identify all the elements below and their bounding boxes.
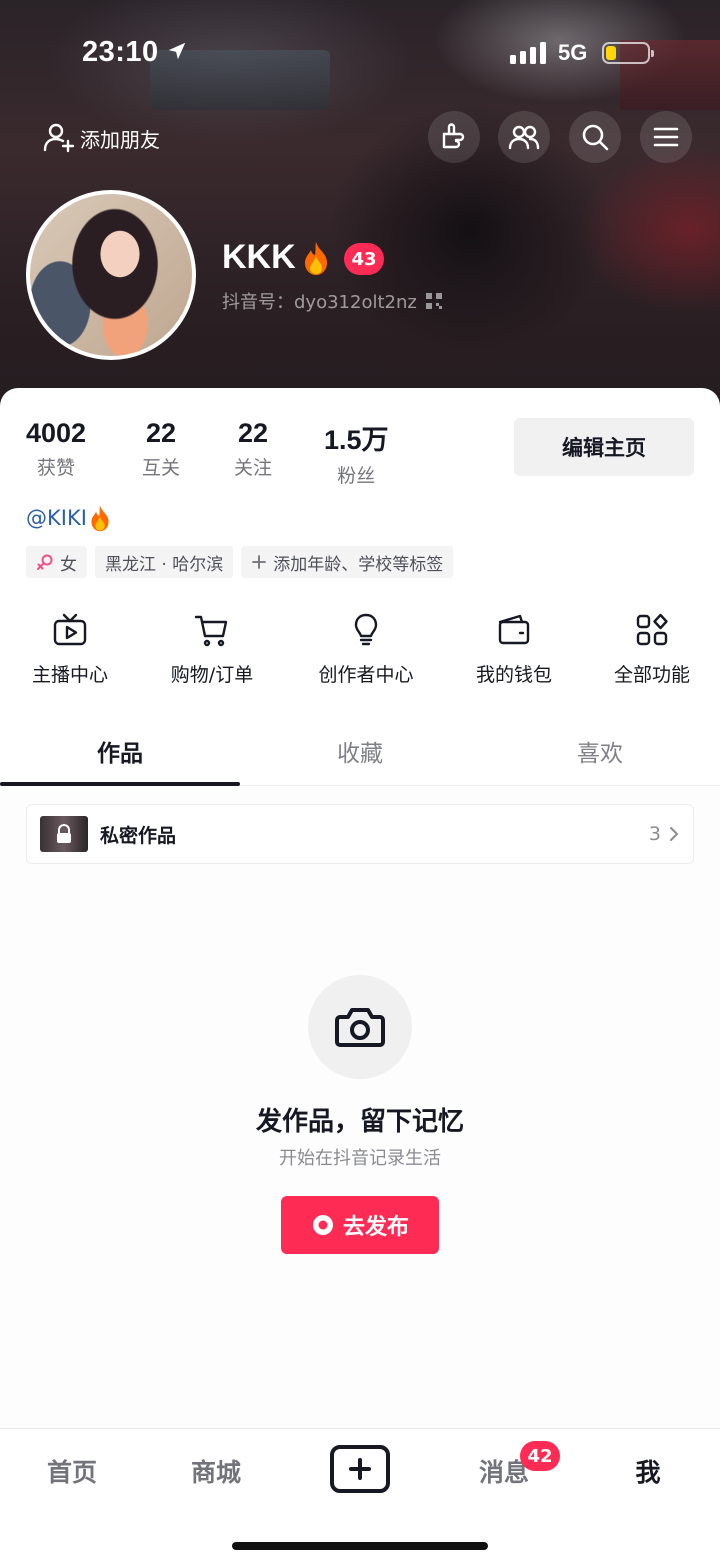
status-bar: 23:10 5G — [0, 0, 720, 100]
function-row: 主播中心 购物/订单 创作者中心 我的钱包 全部功能 — [0, 610, 720, 700]
tag-gender[interactable]: 女 — [26, 546, 87, 578]
func-live-center[interactable]: 主播中心 — [26, 610, 114, 687]
stat-label: 粉丝 — [337, 465, 376, 487]
private-works-label: 私密作品 — [100, 824, 177, 847]
home-indicator[interactable] — [232, 1542, 488, 1550]
func-all-features[interactable]: 全部功能 — [606, 610, 698, 687]
tab-works[interactable]: 作品 — [0, 734, 240, 768]
profile-handle[interactable]: @KIKI — [26, 504, 113, 532]
profile-tags: 女 黑龙江 · 哈尔滨 添加年龄、学校等标签 — [26, 546, 454, 578]
signal-icon — [510, 42, 546, 64]
func-label: 主播中心 — [31, 664, 108, 686]
empty-state-title: 发作品，留下记忆 — [255, 1107, 464, 1137]
empty-state-camera — [308, 975, 412, 1079]
friends-icon — [508, 125, 540, 150]
func-label: 全部功能 — [613, 664, 690, 686]
tab-likes[interactable]: 喜欢 — [480, 734, 720, 768]
tag-gender-text: 女 — [60, 554, 77, 575]
hand-icon — [442, 123, 465, 149]
nickname-text: KKK — [222, 238, 296, 276]
bottom-nav: 首页 商城 消息 42 我 — [0, 1428, 720, 1564]
private-works-count: 3 — [649, 823, 679, 845]
private-thumbnail — [40, 816, 88, 852]
func-creator-center[interactable]: 创作者中心 — [310, 610, 422, 687]
handle-text: @KIKI — [26, 506, 87, 530]
stat-value: 1.5万 — [324, 425, 389, 455]
messages-badge: 42 — [520, 1441, 560, 1471]
func-shopping[interactable]: 购物/订单 — [160, 610, 264, 687]
nav-home[interactable]: 首页 — [22, 1453, 122, 1489]
stat-label: 关注 — [234, 457, 273, 479]
grid-icon — [632, 610, 672, 650]
private-works-row[interactable]: 私密作品 3 — [26, 804, 694, 864]
create-button[interactable] — [330, 1445, 390, 1493]
nav-me[interactable]: 我 — [598, 1453, 698, 1489]
nickname[interactable]: KKK — [222, 238, 332, 277]
hand-point-button[interactable] — [428, 111, 480, 163]
plus-icon — [252, 555, 267, 569]
stat-following[interactable]: 22 关注 — [234, 418, 272, 480]
tag-add-text: 添加年龄、学校等标签 — [273, 554, 444, 575]
menu-button[interactable] — [640, 111, 692, 163]
battery-level — [606, 46, 616, 60]
stat-value: 22 — [145, 418, 177, 448]
stat-mutual[interactable]: 22 互关 — [142, 418, 180, 480]
content-tabs: 作品 收藏 喜欢 — [0, 720, 720, 786]
location-arrow-icon — [168, 42, 186, 60]
record-icon — [312, 1215, 333, 1235]
stat-value: 22 — [237, 418, 269, 448]
wallet-icon — [494, 610, 534, 650]
friends-button[interactable] — [498, 111, 550, 163]
search-icon — [582, 124, 609, 151]
battery-icon — [602, 42, 654, 64]
tv-icon — [50, 610, 90, 650]
add-friend-button[interactable]: 添加朋友 — [42, 120, 160, 156]
qr-code-icon — [425, 293, 442, 309]
profile-sheet: 4002 获赞 22 互关 22 关注 1.5万 粉丝 编辑主页 @KIKI 女… — [0, 388, 720, 1428]
add-user-icon — [43, 123, 75, 153]
stat-likes[interactable]: 4002 获赞 — [26, 418, 86, 480]
edit-profile-button[interactable]: 编辑主页 — [514, 418, 694, 476]
stat-value: 4002 — [26, 418, 87, 448]
publish-label: 去发布 — [342, 1215, 409, 1240]
stat-label: 互关 — [142, 457, 181, 479]
bulb-icon — [346, 610, 386, 650]
network-type: 5G — [558, 40, 588, 65]
douyin-id-text: 抖音号：dyo312olt2nz — [222, 292, 417, 313]
tag-location-text: 黑龙江 · 哈尔滨 — [105, 554, 224, 575]
level-badge[interactable]: 43 — [344, 243, 384, 275]
stat-followers[interactable]: 1.5万 粉丝 — [324, 418, 389, 488]
func-label: 购物/订单 — [170, 664, 254, 686]
fire-emoji-icon — [304, 241, 327, 275]
func-label: 我的钱包 — [475, 664, 552, 686]
stat-label: 获赞 — [37, 457, 76, 479]
tab-favorites[interactable]: 收藏 — [240, 734, 480, 768]
func-wallet[interactable]: 我的钱包 — [468, 610, 560, 687]
add-friend-label: 添加朋友 — [80, 127, 160, 152]
lock-icon — [57, 824, 71, 843]
nav-mall[interactable]: 商城 — [166, 1453, 266, 1489]
cart-icon — [192, 610, 232, 650]
plus-icon — [349, 1458, 371, 1480]
camera-icon — [335, 1008, 385, 1047]
douyin-id[interactable]: 抖音号：dyo312olt2nz — [222, 288, 443, 314]
female-icon — [37, 554, 53, 570]
tag-location[interactable]: 黑龙江 · 哈尔滨 — [95, 546, 234, 578]
menu-icon — [653, 127, 679, 147]
search-button[interactable] — [569, 111, 621, 163]
chevron-right-icon — [670, 827, 679, 841]
fire-emoji-icon — [91, 505, 109, 532]
count-text: 3 — [648, 823, 661, 845]
avatar[interactable] — [26, 190, 196, 360]
status-time: 23:10 — [82, 36, 159, 68]
func-label: 创作者中心 — [318, 664, 414, 686]
publish-button[interactable]: 去发布 — [281, 1196, 439, 1254]
tag-add[interactable]: 添加年龄、学校等标签 — [241, 546, 454, 578]
empty-state-subtitle: 开始在抖音记录生活 — [279, 1148, 441, 1169]
